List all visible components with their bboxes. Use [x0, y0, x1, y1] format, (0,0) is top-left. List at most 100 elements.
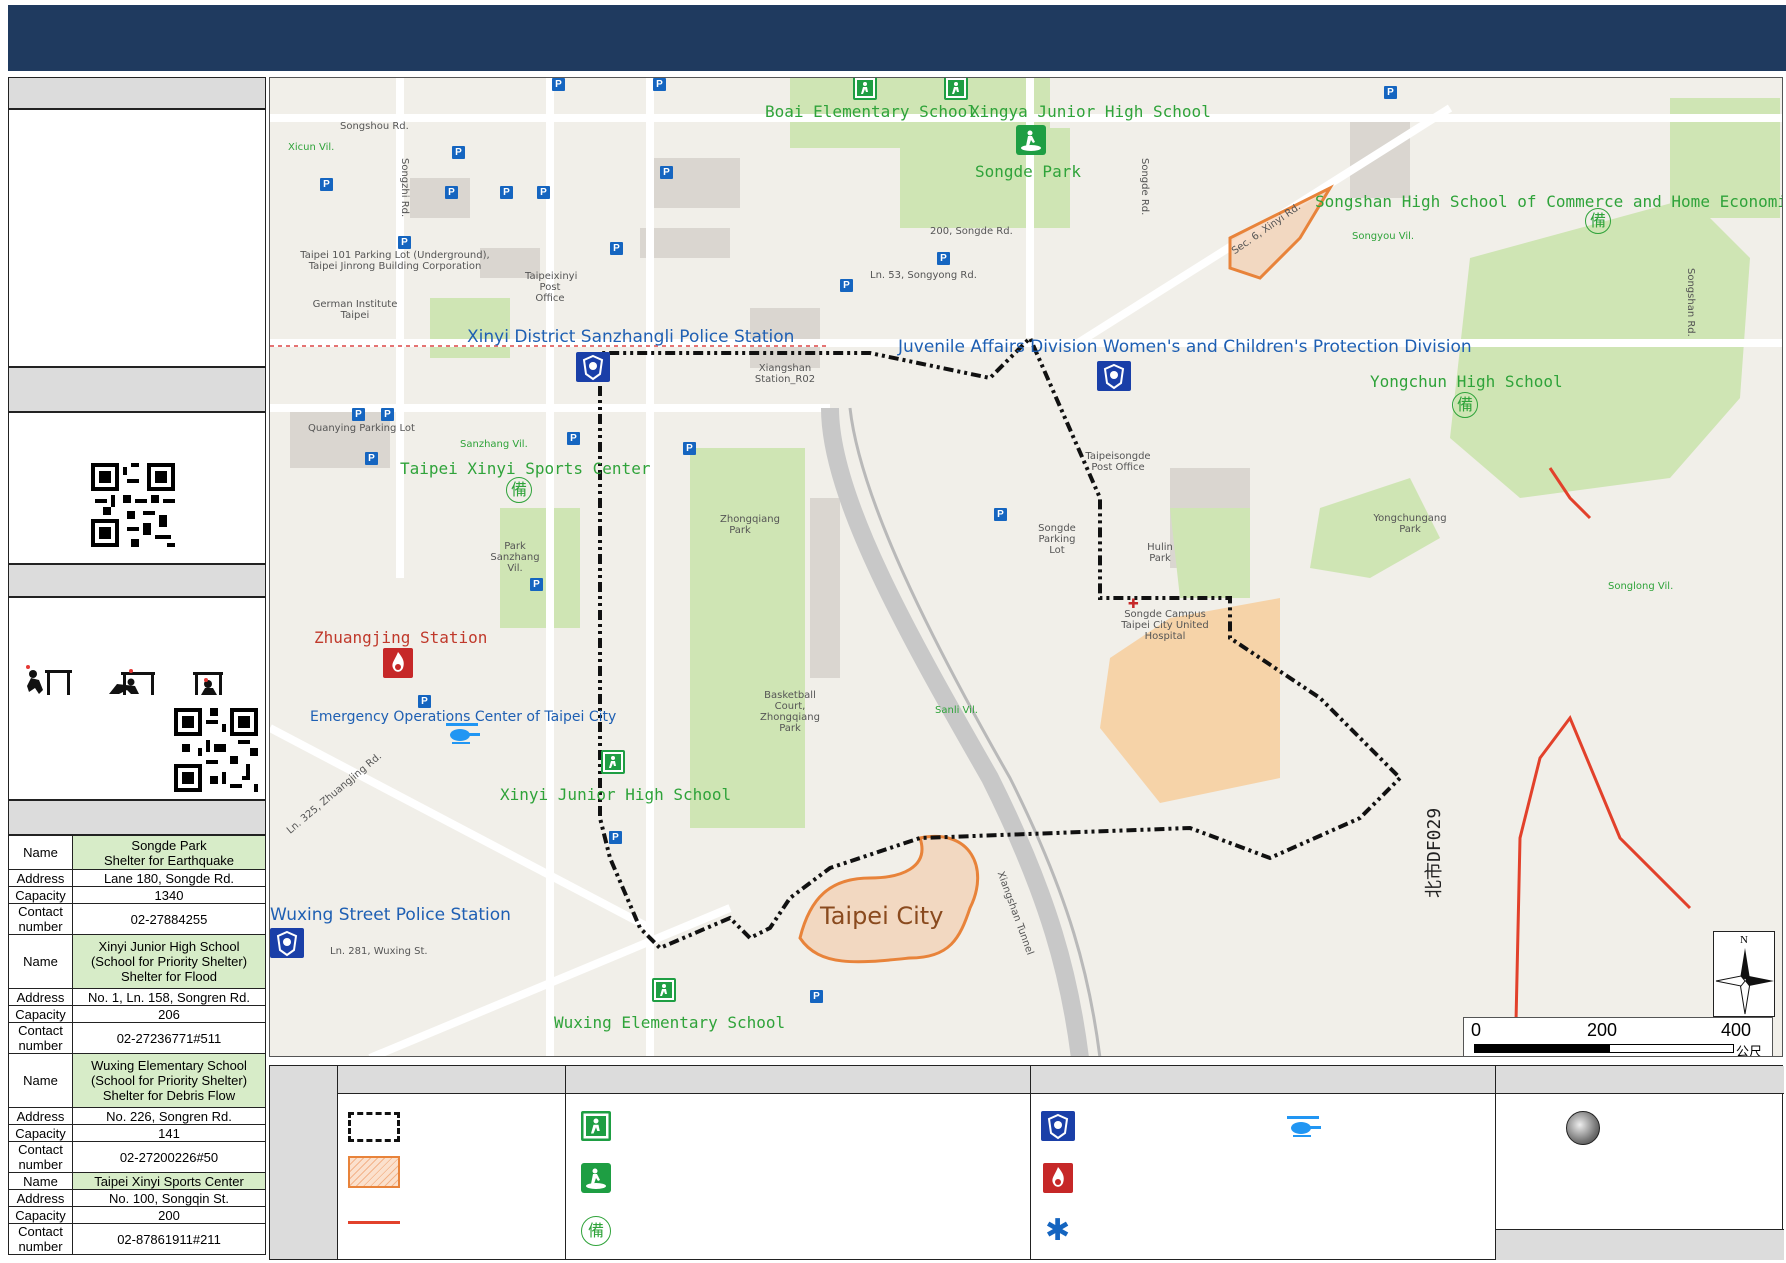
shelter-name-value: Songde Park Shelter for Earthquake	[72, 835, 266, 870]
label-wuxing-police: Wuxing Street Police Station	[270, 905, 511, 925]
shelter-address-value: Lane 180, Songde Rd.	[72, 869, 266, 887]
label-songshan-rd: Songshan Rd.	[1685, 268, 1696, 337]
label-taipei-xinyi-sports: Taipei Xinyi Sports Center	[400, 459, 651, 478]
legend: 備 ✱	[269, 1065, 1784, 1260]
label-xicun: Xicun Vil.	[288, 142, 335, 153]
reserve-shelter-icon: 備	[581, 1216, 611, 1246]
police-icon[interactable]	[1097, 361, 1131, 391]
shelter-field-label: Name	[8, 1172, 73, 1190]
shelter-field-label: Address	[8, 869, 73, 887]
label-wuxing-es: Wuxing Elementary School	[554, 1013, 786, 1032]
reserve-shelter-icon[interactable]: 備	[506, 477, 532, 503]
label-park-sanzhang: Park Sanzhang Vil.	[490, 541, 540, 574]
shelter-row-capacity: Capacity 206	[8, 1005, 266, 1023]
fire-department-icon	[1043, 1163, 1073, 1193]
shelter-table: Name Songde Park Shelter for Earthquake Ad…	[8, 835, 266, 1255]
label-songshou-rd: Songshou Rd.	[340, 121, 409, 132]
shelter-row-address: Address Lane 180, Songde Rd.	[8, 869, 266, 887]
label-songde-campus: Songde Campus Taipei City United Hospita…	[1121, 609, 1209, 642]
label-basketball: Basketball Court, Zhongqiang Park	[760, 690, 820, 734]
evacuation-exit-icon[interactable]	[601, 750, 625, 774]
shelter-field-label: Name	[8, 835, 73, 870]
police-icon	[1041, 1111, 1075, 1141]
legend-col-shelters: 備	[565, 1066, 1030, 1259]
drop-cover-icon	[25, 664, 73, 696]
parking-icon: P	[552, 78, 565, 91]
qr-code-icon-2[interactable]	[174, 708, 258, 792]
label-yongchungang-park: Yongchungang Park	[1373, 513, 1447, 535]
police-icon[interactable]	[270, 928, 304, 958]
parking-icon: P	[530, 578, 543, 591]
parking-icon: P	[537, 186, 550, 199]
parking-icon: P	[653, 78, 666, 91]
shelter-row-capacity: Capacity 141	[8, 1124, 266, 1142]
label-taipei-city: Taipei City	[820, 902, 944, 930]
shelter-field-label: Address	[8, 1107, 73, 1125]
shelter-row-name: Name Taipei Xinyi Sports Center	[8, 1172, 266, 1190]
reserve-shelter-icon[interactable]: 備	[1585, 208, 1611, 234]
medical-star-icon: ✱	[1045, 1214, 1071, 1247]
legend-header	[566, 1066, 1030, 1094]
label-german-institute: German Institute Taipei	[312, 299, 398, 321]
label-songde-rd: Songde Rd.	[1139, 158, 1150, 216]
parking-icon: P	[609, 831, 622, 844]
label-wuxing-st: Ln. 281, Wuxing St.	[330, 946, 428, 957]
shelter-row-capacity: Capacity 1340	[8, 886, 266, 904]
evacuation-exit-icon	[581, 1111, 611, 1141]
shelter-name-value: Wuxing Elementary School (School for Pri…	[72, 1053, 266, 1108]
shelter-field-label: Contact number	[8, 1141, 73, 1173]
reserve-shelter-icon[interactable]: 備	[1452, 392, 1478, 418]
evacuation-exit-icon[interactable]	[652, 978, 676, 1002]
helicopter-icon	[1279, 1114, 1327, 1140]
evacuation-exit-icon[interactable]	[853, 78, 877, 100]
shelter-field-label: Capacity	[8, 1005, 73, 1023]
label-zhongqiang-park: Zhongqiang Park	[720, 514, 780, 536]
panel-box-2	[8, 412, 266, 564]
shelter-row-contact: Contact number 02-87861911#211	[8, 1223, 266, 1255]
map[interactable]: Boai Elementary School Xingya Junior Hig…	[269, 77, 1783, 1057]
label-xinyi-jhs: Xinyi Junior High School	[500, 785, 732, 804]
fire-department-icon[interactable]	[383, 648, 413, 678]
qr-code-icon[interactable]	[91, 463, 175, 547]
shelter-name-value: Xinyi Junior High School (School for Pri…	[72, 934, 266, 989]
label-quanying-parking: Quanying Parking Lot	[308, 423, 415, 434]
north-label: N	[1740, 934, 1748, 946]
shelter-row-contact: Contact number 02-27236771#511	[8, 1022, 266, 1054]
panel-box-3	[8, 597, 266, 800]
parking-icon: P	[365, 452, 378, 465]
evacuation-exit-icon[interactable]	[944, 78, 968, 100]
label-taipei-101-parking: Taipei 101 Parking Lot (Underground), Ta…	[300, 250, 490, 272]
shelter-field-label: Capacity	[8, 1124, 73, 1142]
parking-icon: P	[320, 178, 333, 191]
shelter-field-label: Contact number	[8, 1223, 73, 1255]
label-taipeixinyi-post: Taipeixinyi Post Office	[525, 271, 578, 304]
panel-header-3	[8, 564, 266, 597]
label-boai-es: Boai Elementary School	[765, 102, 977, 121]
park-shelter-icon[interactable]	[1016, 125, 1046, 155]
parking-icon: P	[1384, 86, 1397, 99]
legend-header	[338, 1066, 565, 1094]
police-icon[interactable]	[576, 352, 610, 382]
panel-header-1	[8, 77, 266, 109]
label-songshan-hs: Songshan High School of Commerce and Hom…	[1315, 192, 1783, 211]
scale-unit: 公尺	[1736, 1044, 1763, 1057]
shelter-contact-value: 02-27200226#50	[72, 1141, 266, 1173]
shelter-row-name: Name Wuxing Elementary School (School for…	[8, 1053, 266, 1108]
scale-bar: 0 200 400 公尺	[1463, 1017, 1773, 1057]
shelter-address-value: No. 1, Ln. 158, Songren Rd.	[72, 988, 266, 1006]
shelter-row-address: Address No. 226, Songren Rd.	[8, 1107, 266, 1125]
shelter-address-value: No. 226, Songren Rd.	[72, 1107, 266, 1125]
label-sanli: Sanli Vil.	[935, 705, 978, 716]
legend-col-facilities: ✱	[1030, 1066, 1495, 1259]
label-taipeisongde-post: Taipeisongde Post Office	[1085, 451, 1151, 473]
parking-icon: P	[418, 695, 431, 708]
helicopter-icon[interactable]	[442, 721, 482, 747]
shelter-row-name: Name Songde Park Shelter for Earthquake	[8, 835, 266, 870]
rain-gauge-icon	[1566, 1111, 1600, 1145]
shelter-row-contact: Contact number 02-27884255	[8, 903, 266, 935]
label-songde-parking: Songde Parking Lot	[1038, 523, 1076, 556]
parking-icon: P	[610, 242, 623, 255]
shelter-capacity-value: 200	[72, 1206, 266, 1224]
shelter-row-address: Address No. 100, Songqin St.	[8, 1189, 266, 1207]
shelter-row-name: Name Xinyi Junior High School (School for…	[8, 934, 266, 989]
